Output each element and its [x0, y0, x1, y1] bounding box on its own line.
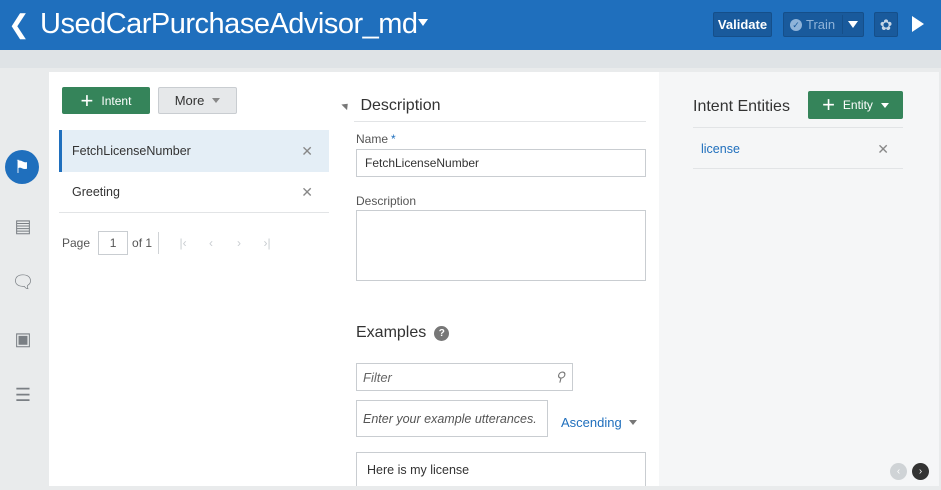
intent-item-greeting[interactable]: Greeting ✕	[59, 171, 329, 213]
add-intent-label: Intent	[101, 93, 132, 108]
entity-chevron-down-icon	[880, 102, 889, 108]
entity-link[interactable]: license	[701, 142, 740, 156]
intent-item-label: Greeting	[72, 185, 120, 199]
intent-entities-pane: Intent Entities + Entity license ✕	[659, 72, 939, 486]
intents-flag-icon[interactable]: ⚑	[5, 150, 39, 184]
required-marker: *	[391, 132, 396, 146]
search-icon[interactable]: ⚲	[555, 369, 565, 385]
example-utterance-item[interactable]: Here is my license	[356, 452, 646, 486]
examples-heading: Examples ?	[356, 324, 450, 342]
test-bot-play-icon[interactable]	[912, 16, 924, 32]
pager-divider	[158, 232, 160, 254]
more-label: More	[174, 93, 205, 108]
train-options-chevron-down-icon[interactable]	[848, 21, 858, 28]
description-section-title: Description	[360, 97, 441, 114]
section-divider	[354, 121, 646, 122]
description-textarea[interactable]	[356, 210, 646, 281]
name-field-label: Name *	[356, 132, 396, 146]
add-entity-button[interactable]: + Entity	[808, 91, 903, 119]
intents-list-pane: + Intent More FetchLicenseNumber ✕ Greet…	[49, 72, 332, 486]
pagination: Page 1 of 1 |‹ ‹ › ›|	[62, 231, 281, 255]
add-entity-label: Entity	[842, 98, 873, 112]
list-divider	[693, 168, 903, 169]
description-section-toggle[interactable]: Description	[341, 97, 441, 115]
plus-icon: +	[822, 92, 835, 117]
page-number-input[interactable]: 1	[98, 231, 129, 255]
bot-title[interactable]: UsedCarPurchaseAdvisor_md	[40, 8, 418, 41]
intent-item-fetchlicensenumber[interactable]: FetchLicenseNumber ✕	[59, 130, 329, 172]
intent-name-input[interactable]: FetchLicenseNumber	[356, 149, 646, 177]
bot-menu-chevron-down-icon[interactable]	[418, 19, 428, 26]
name-label-text: Name	[356, 132, 389, 146]
back-icon[interactable]: ❮	[8, 9, 30, 39]
more-dropdown-button[interactable]: More	[158, 87, 237, 114]
intent-detail-pane: Description Name * FetchLicenseNumber Des…	[332, 72, 659, 486]
add-intent-button[interactable]: + Intent	[62, 87, 150, 114]
page-label: Page	[62, 236, 91, 250]
help-question-icon[interactable]: ?	[434, 325, 450, 341]
entity-item-license[interactable]: license ✕	[693, 130, 903, 168]
first-page-icon[interactable]: |‹	[169, 236, 197, 250]
app-header: ❮ UsedCarPurchaseAdvisor_md Validate ✓ T…	[0, 0, 941, 50]
next-page-icon[interactable]: ›	[225, 236, 253, 250]
collapse-triangle-icon	[341, 101, 351, 111]
settings-list-icon[interactable]: ☰	[10, 382, 36, 408]
scroll-right-icon[interactable]: ›	[912, 463, 929, 480]
intent-item-label: FetchLicenseNumber	[72, 144, 191, 158]
intent-entities-title: Intent Entities	[693, 98, 790, 115]
sort-chevron-down-icon[interactable]	[629, 420, 637, 425]
page-count-label: of 1	[132, 236, 153, 250]
resource-bundles-icon[interactable]: ▣	[10, 326, 36, 352]
train-divider	[842, 15, 843, 34]
delete-intent-close-icon[interactable]: ✕	[301, 184, 313, 201]
sort-order-dropdown[interactable]: Ascending	[561, 415, 622, 430]
plus-icon: +	[80, 87, 94, 113]
more-chevron-down-icon	[212, 98, 221, 103]
prev-page-icon[interactable]: ‹	[197, 236, 225, 250]
examples-title: Examples	[356, 324, 427, 341]
remove-entity-close-icon[interactable]: ✕	[877, 141, 889, 158]
entities-database-icon[interactable]: ▤	[10, 213, 36, 239]
train-button[interactable]: ✓ Train	[783, 12, 864, 37]
train-label: Train	[806, 17, 836, 32]
delete-intent-close-icon[interactable]: ✕	[301, 143, 313, 160]
train-check-icon: ✓	[790, 18, 802, 31]
examples-filter-input[interactable]: Filter ⚲	[356, 363, 573, 391]
last-page-icon[interactable]: ›|	[253, 236, 281, 250]
flows-chat-bubbles-icon[interactable]: 🗨	[10, 269, 36, 295]
description-field-label: Description	[356, 194, 417, 208]
example-utterance-input[interactable]: Enter your example utterances.	[356, 400, 548, 437]
validate-button[interactable]: Validate	[713, 12, 772, 37]
sub-header-strip	[0, 50, 941, 68]
list-divider	[59, 212, 329, 213]
section-divider	[693, 127, 903, 128]
debug-bug-icon[interactable]: ✿	[874, 12, 898, 37]
left-nav-rail: ⚑ ▤ 🗨 ▣ ☰	[0, 68, 48, 490]
scroll-left-icon[interactable]: ‹	[890, 463, 907, 480]
filter-placeholder: Filter	[363, 369, 392, 385]
